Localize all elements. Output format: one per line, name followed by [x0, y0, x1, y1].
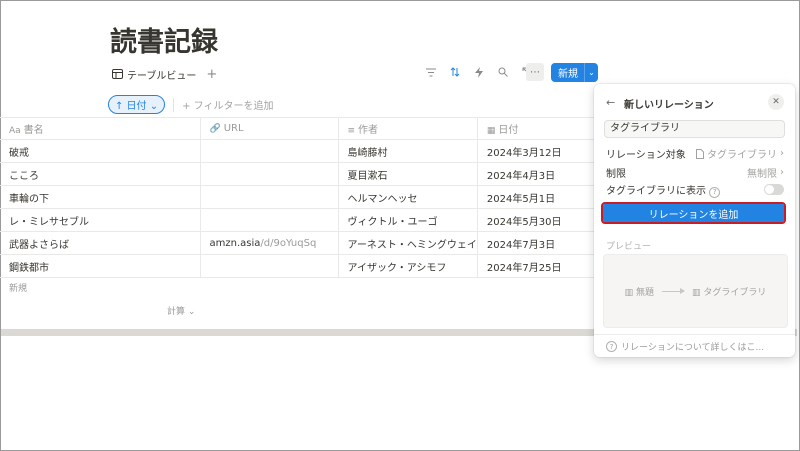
- table-header-row: Aa 書名 🔗 URL ≡ 作者 ▦ 日付: [0, 117, 598, 140]
- relation-target-label: リレーション対象: [606, 150, 686, 161]
- chevron-right-icon: ›: [780, 167, 784, 178]
- panel-divider: [594, 334, 795, 335]
- relation-target-value: タグライブラリ ›: [696, 146, 784, 161]
- tab-table-view-label: テーブルビュー: [127, 70, 197, 82]
- close-icon[interactable]: ✕: [768, 94, 784, 110]
- chevron-right-icon: ›: [780, 148, 784, 159]
- calculate-dropdown[interactable]: 計算 ⌄: [167, 304, 195, 317]
- cell-url[interactable]: [200, 254, 339, 278]
- cell-url[interactable]: [200, 139, 339, 163]
- show-on-target-label: タグライブラリに表示 ?: [606, 182, 721, 198]
- help-icon: ?: [606, 341, 617, 352]
- add-relation-button[interactable]: リレーションを追加: [601, 202, 786, 224]
- cell-title[interactable]: レ・ミレサセブル: [0, 208, 201, 232]
- cell-url[interactable]: [200, 208, 339, 232]
- date-sort-chip[interactable]: ↑ 日付 ⌄: [108, 95, 166, 114]
- add-view-icon[interactable]: +: [206, 67, 217, 82]
- learn-more-link[interactable]: ? リレーションについて詳しくはこ...: [606, 340, 764, 353]
- cell-author[interactable]: 島崎藤村: [338, 139, 478, 163]
- cell-title[interactable]: 武器よさらば: [0, 231, 201, 255]
- new-button[interactable]: 新規 ⌄: [551, 63, 598, 82]
- tab-table-view[interactable]: テーブルビュー: [112, 67, 196, 82]
- preview-target: ▥ タグライブラリ: [692, 287, 767, 298]
- cell-author[interactable]: 夏目漱石: [338, 162, 478, 186]
- relation-name-input[interactable]: タグライブラリ: [604, 120, 785, 138]
- cell-title[interactable]: 車輪の下: [0, 185, 201, 209]
- header-url[interactable]: 🔗 URL: [200, 117, 339, 140]
- limit-row[interactable]: 制限 無制限 ›: [606, 165, 784, 180]
- cell-date[interactable]: 2024年7月3日: [477, 231, 598, 255]
- cell-date[interactable]: 2024年3月12日: [477, 139, 598, 163]
- filter-bar: ↑ 日付 ⌄ + フィルターを追加: [108, 95, 273, 114]
- text-type-icon: Aa: [9, 126, 21, 136]
- table-row[interactable]: 鋼鉄都市 アイザック・アシモフ 2024年7月25日: [0, 254, 598, 278]
- cell-author[interactable]: アーネスト・ヘミングウェイ: [338, 231, 478, 255]
- header-title[interactable]: Aa 書名: [0, 117, 201, 140]
- arrow-right-icon: [662, 287, 685, 294]
- header-date[interactable]: ▦ 日付: [477, 117, 598, 140]
- new-row-button[interactable]: 新規: [9, 281, 27, 294]
- table-row[interactable]: 武器よさらば amzn.asia/d/9oYuqSq アーネスト・ヘミングウェイ…: [0, 231, 598, 255]
- page-title: 読書記録: [110, 27, 218, 58]
- new-relation-panel: ← 新しいリレーション ✕ タグライブラリ リレーション対象 タグライブラリ ›…: [594, 84, 795, 357]
- cell-date[interactable]: 2024年5月30日: [477, 208, 598, 232]
- limit-value: 無制限 ›: [747, 167, 784, 180]
- preview-source: ▥ 無題: [624, 287, 654, 298]
- more-options-button[interactable]: ⋯: [526, 63, 544, 81]
- calendar-icon: ▦: [486, 126, 496, 136]
- cell-title[interactable]: こころ: [0, 162, 201, 186]
- sort-icon[interactable]: [449, 66, 461, 78]
- table-row[interactable]: レ・ミレサセブル ヴィクトル・ユーゴ 2024年5月30日: [0, 208, 598, 232]
- text-lines-icon: ≡: [347, 126, 356, 136]
- cell-date[interactable]: 2024年7月25日: [477, 254, 598, 278]
- add-filter-button[interactable]: + フィルターを追加: [182, 97, 273, 112]
- help-icon: ?: [709, 186, 721, 198]
- relation-target-row[interactable]: リレーション対象 タグライブラリ ›: [606, 146, 784, 161]
- preview-label: プレビュー: [606, 242, 652, 252]
- relation-preview: ▥ 無題 ▥ タグライブラリ: [603, 254, 788, 328]
- back-arrow-icon[interactable]: ←: [606, 96, 615, 109]
- cell-title[interactable]: 破戒: [0, 139, 201, 163]
- table-row[interactable]: 破戒 島崎藤村 2024年3月12日: [0, 139, 598, 163]
- search-icon[interactable]: [497, 66, 509, 78]
- panel-title: 新しいリレーション: [624, 100, 714, 111]
- view-bar: テーブルビュー +: [112, 66, 217, 82]
- cell-url[interactable]: amzn.asia/d/9oYuqSq: [200, 231, 339, 255]
- new-button-label: 新規: [558, 69, 578, 80]
- cell-date[interactable]: 2024年4月3日: [477, 162, 598, 186]
- cell-url[interactable]: [200, 185, 339, 209]
- table-icon: [112, 69, 123, 79]
- link-icon: 🔗: [209, 124, 221, 134]
- cell-url[interactable]: [200, 162, 339, 186]
- automation-lightning-icon[interactable]: [473, 66, 485, 78]
- cell-author[interactable]: アイザック・アシモフ: [338, 254, 478, 278]
- toolbar-icons: [425, 66, 533, 78]
- cell-author[interactable]: ヴィクトル・ユーゴ: [338, 208, 478, 232]
- page-icon: [696, 148, 704, 159]
- header-author[interactable]: ≡ 作者: [338, 117, 478, 140]
- chevron-down-icon[interactable]: ⌄: [585, 68, 598, 77]
- filter-icon[interactable]: [425, 66, 437, 78]
- limit-label: 制限: [606, 169, 626, 180]
- database-table: Aa 書名 🔗 URL ≡ 作者 ▦ 日付 破戒 島崎藤村 2024年3月12日 こころ…: [0, 117, 598, 278]
- filter-divider: [173, 97, 175, 112]
- cell-title[interactable]: 鋼鉄都市: [0, 254, 201, 278]
- show-on-target-row: タグライブラリに表示 ?: [606, 182, 784, 198]
- table-row[interactable]: こころ 夏目漱石 2024年4月3日: [0, 162, 598, 186]
- cell-author[interactable]: ヘルマンヘッセ: [338, 185, 478, 209]
- cell-date[interactable]: 2024年5月1日: [477, 185, 598, 209]
- table-row[interactable]: 車輪の下 ヘルマンヘッセ 2024年5月1日: [0, 185, 598, 209]
- show-on-target-toggle[interactable]: [764, 184, 784, 196]
